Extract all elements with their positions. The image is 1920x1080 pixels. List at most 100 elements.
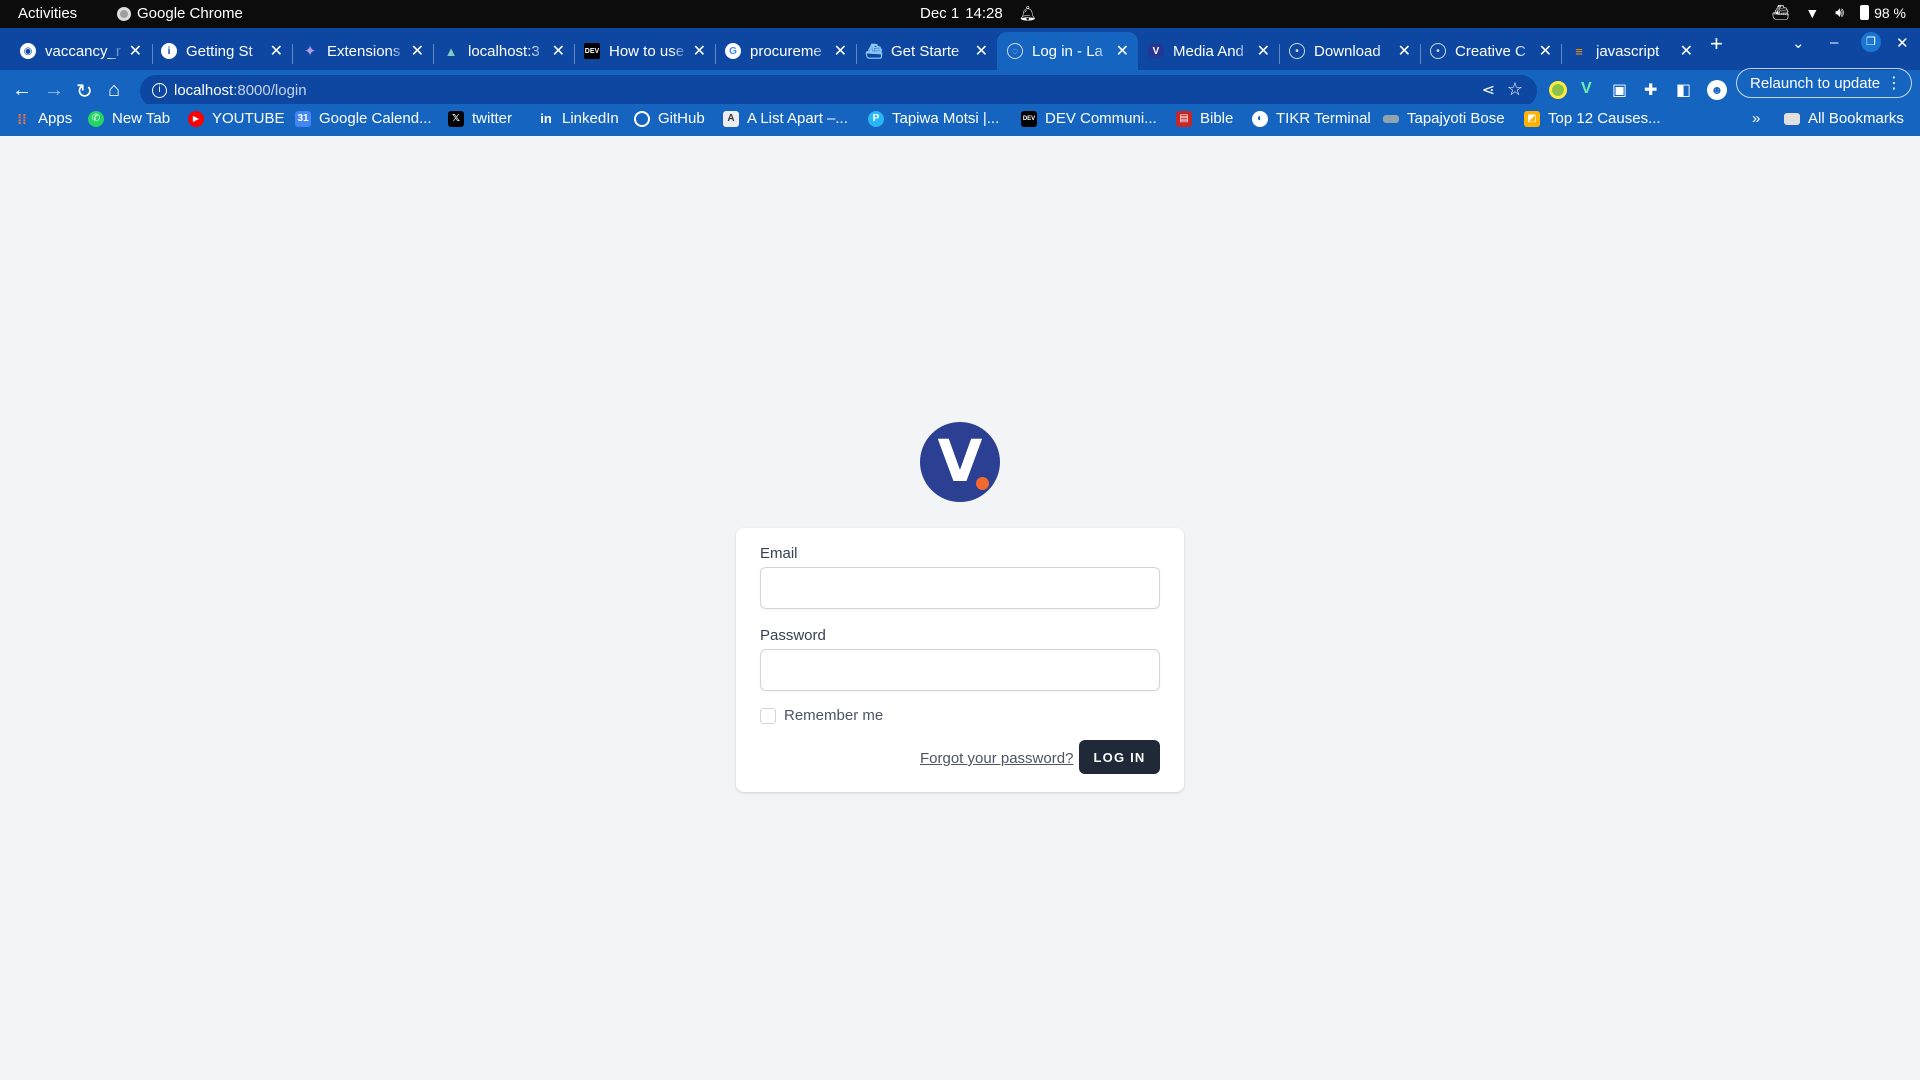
apps-grid-icon: ⁞⁞ xyxy=(17,110,27,127)
close-tab-icon[interactable]: ✕ xyxy=(1257,41,1270,61)
tab-search-chevron-icon[interactable]: ⌄ xyxy=(1792,34,1805,52)
bookmark-label: Tapajyoti Bose xyxy=(1407,110,1505,127)
chrome-menu-icon[interactable]: ⋮ xyxy=(1886,73,1902,93)
tab-creative[interactable]: • Creative C ✕ xyxy=(1420,32,1561,70)
globe-icon: ◌ xyxy=(1007,43,1023,59)
home-button[interactable]: ⌂ xyxy=(108,79,120,102)
tab-media[interactable]: V Media And ✕ xyxy=(1138,32,1279,70)
address-bar[interactable]: i localhost:8000/login ⋖ ☆ xyxy=(140,75,1537,107)
close-tab-icon[interactable]: ✕ xyxy=(270,41,283,61)
all-bookmarks-button[interactable]: All Bookmarks xyxy=(1784,110,1904,127)
dev-icon: DEV xyxy=(1021,110,1037,127)
tab-login-active[interactable]: ◌ Log in - La ✕ xyxy=(997,32,1138,70)
volume-icon: 🔊︎ xyxy=(1835,4,1845,20)
url-text[interactable]: localhost:8000/login xyxy=(174,82,307,99)
tab-title: vaccancy_r xyxy=(45,42,121,60)
bookmark-dev-community[interactable]: DEV DEV Communi... xyxy=(1021,110,1157,127)
extensions-puzzle-icon[interactable]: ✚ xyxy=(1644,80,1657,100)
clock[interactable]: Dec 1 14:28 🔔︎ xyxy=(920,5,1037,22)
new-tab-button[interactable]: + xyxy=(1710,31,1723,57)
close-tab-icon[interactable]: ✕ xyxy=(129,41,142,61)
bookmark-label: New Tab xyxy=(112,110,171,127)
docker-tray-icon[interactable]: ⛴ xyxy=(1772,4,1790,21)
remember-me-label[interactable]: Remember me xyxy=(784,707,883,724)
screenshot-extension-icon[interactable]: ▣ xyxy=(1612,80,1627,100)
extension-lime-icon[interactable] xyxy=(1549,81,1567,99)
bookmark-new-tab[interactable]: ✆ New Tab xyxy=(88,110,170,127)
app-name: Google Chrome xyxy=(137,5,243,22)
bookmark-tikr-terminal[interactable]: ◐ TIKR Terminal xyxy=(1252,110,1371,127)
profile-icon: P xyxy=(868,110,884,127)
tab-how-to-use[interactable]: DEV How to use ✕ xyxy=(574,32,715,70)
bookmark-youtube[interactable]: ▶ YOUTUBE xyxy=(188,110,285,127)
docker-icon: ⛴ xyxy=(865,42,883,59)
tab-localhost[interactable]: ▲ localhost:3 ✕ xyxy=(433,32,574,70)
close-tab-icon[interactable]: ✕ xyxy=(834,41,847,61)
tab-title: Extensions xyxy=(327,42,401,60)
close-tab-icon[interactable]: ✕ xyxy=(1116,41,1129,61)
dev-icon: DEV xyxy=(584,43,600,59)
profile-avatar-icon[interactable]: ☻ xyxy=(1707,80,1727,100)
bible-icon: ▤ xyxy=(1176,110,1192,127)
tab-get-started[interactable]: ⛴ Get Starte ✕ xyxy=(856,32,997,70)
bookmark-twitter[interactable]: 𝕏twitter xyxy=(448,110,512,127)
bookmark-label: TIKR Terminal xyxy=(1276,110,1371,127)
close-window-button[interactable]: ✕ xyxy=(1896,34,1909,52)
bookmark-star-icon[interactable]: ☆ xyxy=(1507,79,1523,100)
tab-extensions[interactable]: ✦ Extensions ✕ xyxy=(292,32,433,70)
close-tab-icon[interactable]: ✕ xyxy=(975,41,988,61)
tab-title: Download xyxy=(1314,42,1381,60)
tab-download[interactable]: • Download ✕ xyxy=(1279,32,1420,70)
vue-devtools-icon[interactable]: V xyxy=(1581,80,1592,98)
bookmarks-overflow-button[interactable]: » xyxy=(1752,110,1760,127)
x-icon: 𝕏 xyxy=(448,110,464,127)
tab-title: localhost:3 xyxy=(468,42,540,60)
bookmark-google-calendar[interactable]: 31 Google Calend... xyxy=(295,110,432,127)
close-tab-icon[interactable]: ✕ xyxy=(552,41,565,61)
reload-button[interactable]: ↻ xyxy=(76,79,93,104)
bookmark-tapiwa-motsi[interactable]: P Tapiwa Motsi |... xyxy=(868,110,999,127)
sparkle-icon: ✦ xyxy=(303,43,317,60)
close-tab-icon[interactable]: ✕ xyxy=(411,41,424,61)
bookmark-label: Google Calend... xyxy=(319,110,432,127)
app-logo[interactable]: V xyxy=(920,422,1000,502)
back-button[interactable]: ← xyxy=(12,79,32,102)
bookmark-bible[interactable]: ▤ Bible xyxy=(1176,110,1233,127)
activities-button[interactable]: Activities xyxy=(18,5,77,22)
tab-javascript[interactable]: ≡ javascript ✕ xyxy=(1561,32,1702,70)
side-panel-icon[interactable]: ◧ xyxy=(1676,80,1691,100)
restore-button[interactable]: ❐ xyxy=(1861,32,1881,52)
close-tab-icon[interactable]: ✕ xyxy=(1539,41,1552,61)
close-tab-icon[interactable]: ✕ xyxy=(1398,41,1411,61)
bookmark-tapajyoti-bose[interactable]: Tapajyoti Bose xyxy=(1383,110,1505,127)
bookmark-label: Bible xyxy=(1200,110,1234,127)
bookmark-a-list-apart[interactable]: A A List Apart –... xyxy=(723,110,848,127)
password-label: Password xyxy=(760,627,826,644)
tab-procurement[interactable]: Gprocureme ✕ xyxy=(715,32,856,70)
tab-vaccancy[interactable]: ◉ vaccancy_r ✕ xyxy=(10,32,151,70)
remember-me-checkbox[interactable] xyxy=(760,708,776,724)
bookmark-top-12-causes[interactable]: ◩ Top 12 Causes... xyxy=(1524,110,1661,127)
tikr-icon: ◐ xyxy=(1252,110,1268,127)
clock-time: 14:28 xyxy=(965,5,1003,22)
relaunch-to-update-button[interactable]: Relaunch to update ⋮ xyxy=(1736,68,1912,98)
system-tray[interactable]: ⛴ ▼ 🔊︎ 98 % xyxy=(1772,4,1906,21)
bookmark-label: Top 12 Causes... xyxy=(1548,110,1661,127)
share-icon[interactable]: ⋖ xyxy=(1482,80,1495,100)
login-button[interactable]: LOG IN xyxy=(1079,740,1160,774)
close-tab-icon[interactable]: ✕ xyxy=(693,41,706,61)
bookmark-github[interactable]: GitHub xyxy=(634,110,705,127)
close-tab-icon[interactable]: ✕ xyxy=(1680,41,1693,61)
tab-title: Get Starte xyxy=(891,42,960,60)
email-field[interactable] xyxy=(760,567,1160,609)
tab-getting-started[interactable]: i Getting St ✕ xyxy=(151,32,292,70)
forgot-password-link[interactable]: Forgot your password? xyxy=(920,750,1073,767)
bookmark-linkedin[interactable]: in LinkedIn xyxy=(538,110,619,127)
minimize-button[interactable]: – xyxy=(1830,34,1838,51)
v-icon: V xyxy=(1148,43,1164,59)
app-menu[interactable]: Google Chrome xyxy=(117,5,243,22)
password-field[interactable] xyxy=(760,649,1160,691)
site-info-icon[interactable]: i xyxy=(152,83,167,98)
bookmark-apps[interactable]: ⁞⁞ Apps xyxy=(14,110,72,127)
forward-button[interactable]: → xyxy=(44,79,64,102)
